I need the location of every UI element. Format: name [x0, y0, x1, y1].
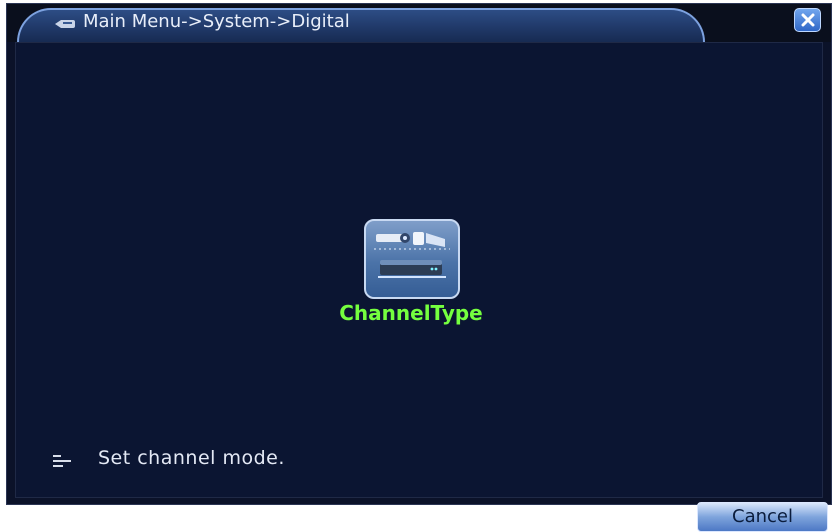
menu-icon	[55, 20, 75, 28]
content-area: ChannelType Set channel mode. Cancel	[15, 42, 828, 532]
status-message: Set channel mode.	[98, 447, 285, 469]
dialog-window: Main Menu->System->Digital ChannelType S…	[6, 3, 832, 532]
close-icon	[801, 13, 814, 27]
title-bar: Main Menu->System->Digital	[7, 4, 831, 42]
info-icon	[53, 455, 71, 467]
channel-type-icon	[374, 232, 450, 278]
channel-type-button[interactable]	[364, 219, 460, 299]
close-button[interactable]	[794, 8, 821, 32]
window-title: Main Menu->System->Digital	[83, 11, 350, 32]
channel-type-label[interactable]: ChannelType	[336, 301, 486, 325]
